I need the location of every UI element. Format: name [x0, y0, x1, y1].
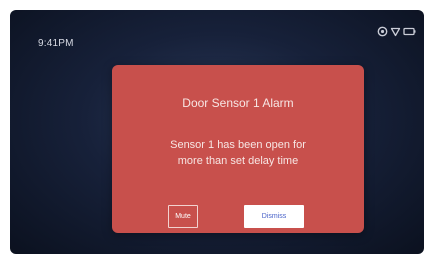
alarm-message-line2: more than set delay time: [177, 155, 299, 167]
battery-icon: [403, 26, 416, 37]
mute-button[interactable]: Mute: [168, 205, 198, 228]
alarm-title: Door Sensor 1 Alarm: [182, 96, 294, 110]
alarm-message-line1: Sensor 1 has been open for: [170, 139, 306, 151]
shield-icon[interactable]: [390, 26, 401, 37]
alarm-dialog: Door Sensor 1 Alarm Sensor 1 has been op…: [112, 65, 364, 233]
device-frame: 9:41PM Door Sensor 1 Alarm Sensor 1 has …: [0, 0, 434, 265]
status-time: 9:41PM: [38, 38, 74, 49]
dismiss-button[interactable]: Dismiss: [244, 205, 304, 228]
status-icons: [377, 26, 416, 37]
device-screen: 9:41PM Door Sensor 1 Alarm Sensor 1 has …: [10, 10, 424, 254]
alarm-message: Sensor 1 has been open for more than set…: [112, 137, 364, 169]
settings-icon[interactable]: [377, 26, 388, 37]
status-bar: 9:41PM: [10, 10, 424, 50]
